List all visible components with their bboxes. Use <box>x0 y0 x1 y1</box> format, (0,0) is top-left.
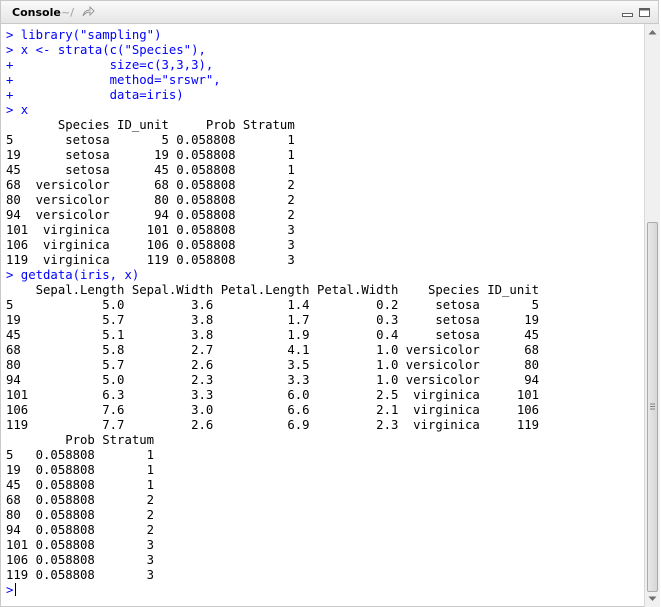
minimize-icon[interactable] <box>621 7 634 18</box>
console-input-line: + data=iris) <box>6 88 184 102</box>
console-output-line: 101 6.3 3.3 6.0 2.5 virginica 101 <box>6 388 540 402</box>
console-input-line: > x <box>6 103 29 117</box>
scrollbar-thumb[interactable] <box>647 222 658 592</box>
console-output-line: 68 5.8 2.7 4.1 1.0 versicolor 68 <box>6 343 540 357</box>
console-output[interactable]: > library("sampling") > x <- strata(c("Sp… <box>0 24 644 607</box>
console-output-line: 106 7.6 3.0 6.6 2.1 virginica 106 <box>6 403 540 417</box>
grip-icon <box>650 403 655 410</box>
console-input-line: > library("sampling") <box>6 28 162 42</box>
scroll-up-arrow-icon[interactable] <box>648 29 657 35</box>
console-output-line: 80 5.7 2.6 3.5 1.0 versicolor 80 <box>6 358 540 372</box>
console-output-line: 119 virginica 119 0.058808 3 <box>6 253 295 267</box>
console-output-line: 106 0.058808 3 <box>6 553 155 567</box>
working-directory[interactable]: ~/ <box>61 6 74 19</box>
console-input-line: > getdata(iris, x) <box>6 268 140 282</box>
console-output-line: 5 5.0 3.6 1.4 0.2 setosa 5 <box>6 298 540 312</box>
console-input-line: > x <- strata(c("Species"), <box>6 43 206 57</box>
console-output-line: 80 0.058808 2 <box>6 508 155 522</box>
console-output-line: Species ID_unit Prob Stratum <box>6 118 295 132</box>
console-output-line: 94 versicolor 94 0.058808 2 <box>6 208 295 222</box>
console-output-line: 101 virginica 101 0.058808 3 <box>6 223 295 237</box>
console-output-line: 19 5.7 3.8 1.7 0.3 setosa 19 <box>6 313 540 327</box>
console-output-line: 94 5.0 2.3 3.3 1.0 versicolor 94 <box>6 373 540 387</box>
console-output-line: 45 setosa 45 0.058808 1 <box>6 163 295 177</box>
console-output-line: Sepal.Length Sepal.Width Petal.Length Pe… <box>6 283 540 297</box>
console-lines: > library("sampling") > x <- strata(c("Sp… <box>6 28 539 598</box>
console-input-line: + method="srswr", <box>6 73 221 87</box>
console-output-line: 19 setosa 19 0.058808 1 <box>6 148 295 162</box>
console-header: Console ~/ <box>0 0 659 24</box>
text-cursor <box>15 583 17 596</box>
console-input-line: + size=c(3,3,3), <box>6 58 214 72</box>
console-output-line: 101 0.058808 3 <box>6 538 155 552</box>
console-output-line: 119 0.058808 3 <box>6 568 155 582</box>
console-output-line: 106 virginica 106 0.058808 3 <box>6 238 295 252</box>
console-title: Console <box>12 6 61 19</box>
console-output-line: 68 0.058808 2 <box>6 493 155 507</box>
console-output-line: Prob Stratum <box>6 433 155 447</box>
console-output-line: 80 versicolor 80 0.058808 2 <box>6 193 295 207</box>
arrow-link-icon[interactable] <box>81 6 95 18</box>
vertical-scrollbar[interactable] <box>644 24 660 607</box>
console-prompt[interactable]: > <box>6 583 539 598</box>
console-output-line: 68 versicolor 68 0.058808 2 <box>6 178 295 192</box>
console-output-line: 19 0.058808 1 <box>6 463 155 477</box>
console-output-line: 45 0.058808 1 <box>6 478 155 492</box>
console-output-line: 45 5.1 3.8 1.9 0.4 setosa 45 <box>6 328 540 342</box>
scroll-down-arrow-icon[interactable] <box>648 596 657 602</box>
maximize-icon[interactable] <box>638 7 651 18</box>
prompt-symbol: > <box>6 583 14 597</box>
console-output-line: 5 setosa 5 0.058808 1 <box>6 133 295 147</box>
console-output-line: 94 0.058808 2 <box>6 523 155 537</box>
console-output-line: 119 7.7 2.6 6.9 2.3 virginica 119 <box>6 418 540 432</box>
console-output-line: 5 0.058808 1 <box>6 448 155 462</box>
